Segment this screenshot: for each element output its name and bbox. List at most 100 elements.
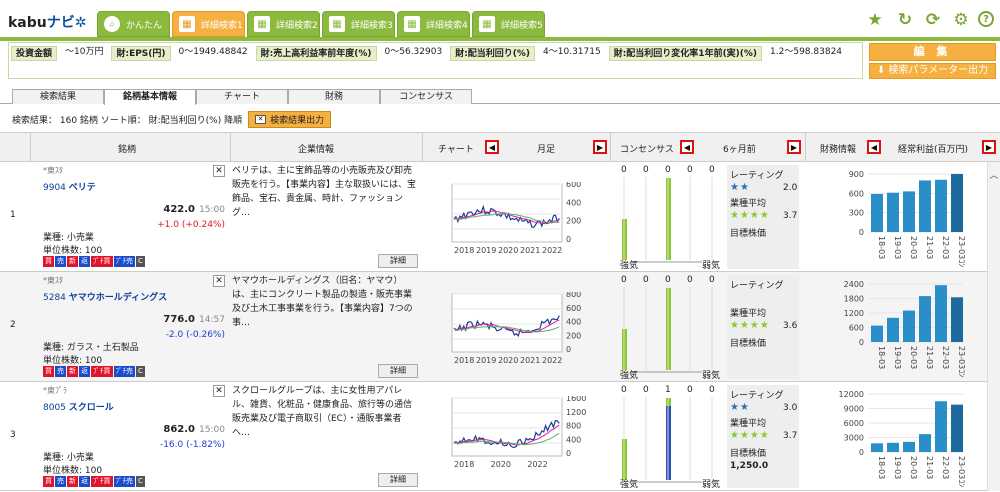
- export-params-button[interactable]: ⬇ 検索パラメーター出力: [869, 63, 996, 79]
- fin-bar: [903, 191, 915, 232]
- tab-1[interactable]: ⌕ かんたん: [97, 11, 170, 37]
- detail-button[interactable]: 詳細: [378, 364, 418, 378]
- chart-next-button[interactable]: ▶: [593, 140, 607, 154]
- trade-badge[interactable]: C: [136, 366, 145, 377]
- trade-badge[interactable]: 新: [67, 366, 78, 377]
- tab-6[interactable]: ▦ 詳細検索5: [472, 11, 545, 37]
- trade-badge[interactable]: C: [136, 476, 145, 487]
- financial-next-button[interactable]: ▶: [982, 140, 996, 154]
- fin-x-tick: 18-03: [877, 456, 886, 479]
- trade-badge[interactable]: ﾌﾟﾁ売: [113, 256, 135, 267]
- chart-x-tick: 2020: [498, 246, 518, 255]
- trade-badge[interactable]: 返: [79, 366, 90, 377]
- unit-shares: 単位株数: 100: [43, 466, 103, 476]
- fin-x-tick: 23-03ｺﾝ: [957, 456, 966, 487]
- fin-y-tick: 0: [859, 338, 864, 347]
- reload-icon[interactable]: ↻: [896, 10, 914, 30]
- trade-badge[interactable]: 返: [79, 256, 90, 267]
- fin-x-tick: 21-03: [925, 236, 934, 259]
- fin-x-tick: 20-03: [909, 456, 918, 479]
- trade-badge[interactable]: 売: [55, 476, 66, 487]
- header-company: 企業情報: [298, 145, 335, 155]
- trade-badge[interactable]: ﾌﾟﾁ売: [113, 366, 135, 377]
- trade-badge[interactable]: 売: [55, 366, 66, 377]
- param-value: 4〜10.31715: [543, 46, 601, 57]
- tab-3[interactable]: ▦ 詳細検索2: [247, 11, 320, 37]
- chart-prev-button[interactable]: ◀: [485, 140, 499, 154]
- gear-icon[interactable]: ⚙: [952, 10, 970, 30]
- param-label: 財:EPS(円): [111, 45, 171, 61]
- scrollbar[interactable]: ︿: [987, 162, 1000, 491]
- financial-prev-button[interactable]: ◀: [867, 140, 881, 154]
- fin-bar: [951, 174, 963, 232]
- trade-badge[interactable]: 買: [43, 476, 54, 487]
- trade-badge[interactable]: 買: [43, 256, 54, 267]
- target-price-label: 目標株価: [730, 229, 767, 239]
- fin-bar: [919, 180, 931, 232]
- subtab-1[interactable]: 検索結果: [12, 89, 104, 104]
- chart-x-tick: 2018: [454, 356, 474, 365]
- calendar-icon: ▦: [479, 16, 495, 32]
- trade-badge[interactable]: C: [136, 256, 145, 267]
- remove-button[interactable]: ✕: [213, 385, 225, 397]
- target-price-label: 目標株価: [730, 449, 767, 459]
- refresh-icon[interactable]: ⟳: [924, 10, 942, 30]
- unit-shares: 単位株数: 100: [43, 356, 103, 366]
- trade-badge[interactable]: ﾌﾟﾁ買: [91, 476, 113, 487]
- fin-bar: [903, 310, 915, 342]
- subtab-4[interactable]: 財務: [288, 89, 380, 104]
- logo: kabuナビ✲: [8, 15, 87, 31]
- star-icon[interactable]: ★: [866, 10, 884, 30]
- detail-button[interactable]: 詳細: [378, 254, 418, 268]
- stock-name-link[interactable]: 8005 スクロール: [43, 400, 114, 413]
- trade-badge[interactable]: 新: [67, 476, 78, 487]
- trade-badge[interactable]: 売: [55, 256, 66, 267]
- export-results-button[interactable]: ✕ 検索結果出力: [248, 111, 332, 128]
- subtab-3[interactable]: チャート: [196, 89, 288, 104]
- row-number: 1: [10, 210, 16, 220]
- trade-badge[interactable]: 返: [79, 476, 90, 487]
- trade-badge[interactable]: ﾌﾟﾁ買: [91, 366, 113, 377]
- chart-x-tick: 2021: [520, 356, 540, 365]
- stock-name-link[interactable]: 9904 ベリテ: [43, 180, 96, 193]
- tab-2[interactable]: ▦ 詳細検索1: [172, 11, 245, 37]
- help-icon[interactable]: ?: [978, 11, 994, 27]
- trade-badge[interactable]: ﾌﾟﾁ売: [113, 476, 135, 487]
- fin-bar: [951, 297, 963, 342]
- scroll-up-icon[interactable]: ︿: [988, 168, 1000, 181]
- remove-button[interactable]: ✕: [213, 275, 225, 287]
- consensus-bull-label: 強気: [620, 261, 639, 271]
- consensus-prev-button[interactable]: ◀: [680, 140, 694, 154]
- remove-button[interactable]: ✕: [213, 165, 225, 177]
- price-chart[interactable]: 600 400 200 0 2018 2019 2020 2021 2022: [440, 182, 610, 262]
- chart-x-tick: 2020: [498, 356, 518, 365]
- param-label: 財:配当利回り(%): [450, 45, 536, 61]
- consensus-chart: 0 0 0 0 0 強気 弱気: [612, 162, 722, 272]
- edit-button[interactable]: 編 集: [869, 43, 996, 61]
- param-value: 0〜56.32903: [384, 46, 443, 57]
- chart-x-tick: 2019: [476, 356, 496, 365]
- stock-code: 8005: [43, 403, 66, 413]
- subtab-2[interactable]: 銘柄基本情報: [104, 89, 196, 105]
- price-chart[interactable]: 800 600 400 200 0 2018 2019 2020 2021 2022: [440, 292, 610, 372]
- consensus-next-button[interactable]: ▶: [787, 140, 801, 154]
- chart-y-tick: 0: [566, 235, 571, 244]
- industry-label: 業種: 小売業: [43, 233, 94, 243]
- subtab-5[interactable]: コンセンサス: [380, 89, 472, 104]
- tab-5[interactable]: ▦ 詳細検索4: [397, 11, 470, 37]
- tab-4[interactable]: ▦ 詳細検索3: [322, 11, 395, 37]
- param-value: 〜10万円: [65, 46, 104, 57]
- detail-button[interactable]: 詳細: [378, 473, 418, 487]
- trade-badge[interactable]: 買: [43, 366, 54, 377]
- chart-y-tick: 400: [566, 198, 581, 207]
- fin-x-tick: 19-03: [893, 456, 902, 479]
- chart-y-tick: 400: [566, 435, 581, 444]
- calendar-icon: ▦: [404, 16, 420, 32]
- trade-badge[interactable]: 新: [67, 256, 78, 267]
- fin-bar: [871, 443, 883, 452]
- stock-name-link[interactable]: 5284 ヤマウホールディングス: [43, 290, 167, 303]
- consensus-bull-label: 強気: [620, 480, 639, 490]
- price-chart[interactable]: 1600 1200 800 400 0 2018 2020 2022: [440, 396, 610, 476]
- fin-bar: [951, 404, 963, 452]
- trade-badge[interactable]: ﾌﾟﾁ買: [91, 256, 113, 267]
